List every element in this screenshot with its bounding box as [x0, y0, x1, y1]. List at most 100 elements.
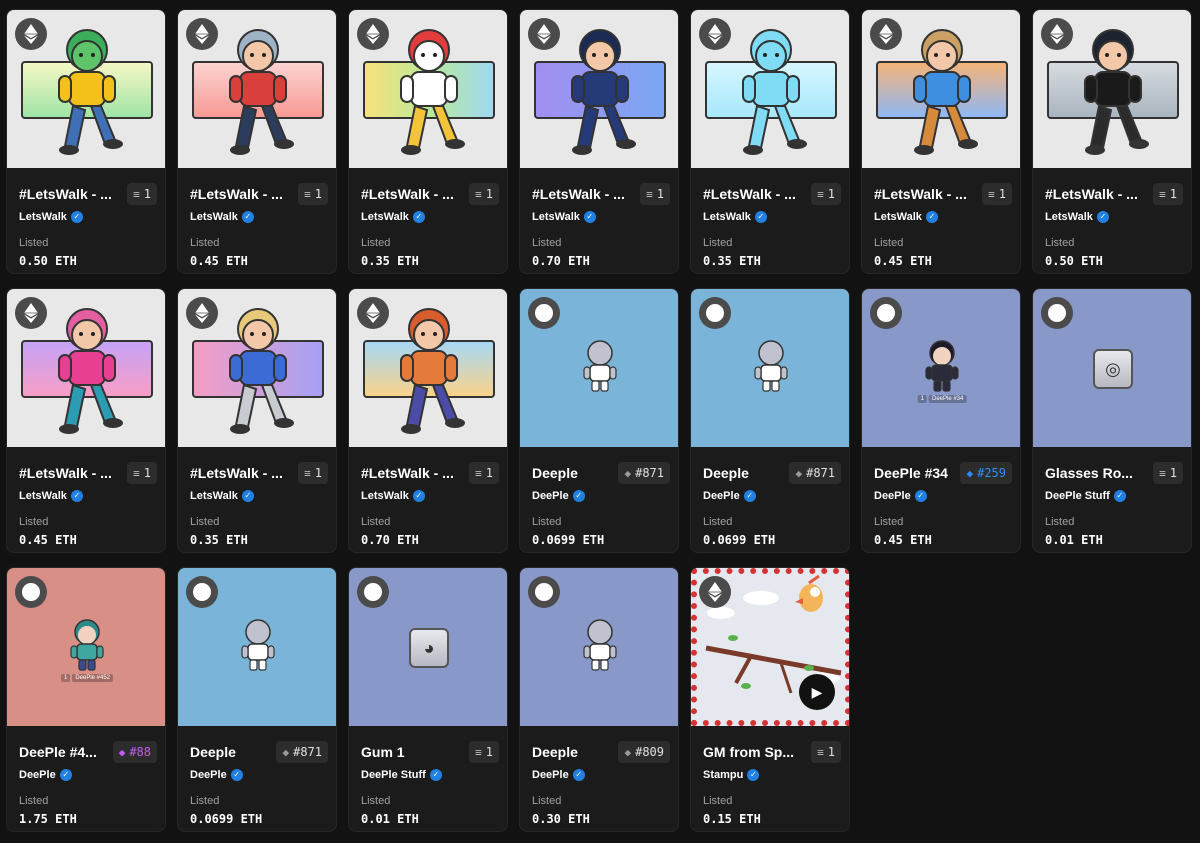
nft-card[interactable]: #LetsWalk - ... ≡ 1 LetsWalk ✓ Listed 0.5… — [1032, 9, 1192, 274]
nft-name[interactable]: #LetsWalk - ... — [703, 186, 796, 202]
nft-media[interactable] — [520, 10, 678, 168]
nft-card[interactable]: ▶ GM from Sp... ≡ 1 Stampu ✓ Listed 0.15 … — [690, 567, 850, 832]
nft-card[interactable]: ◎ Glasses Ro... ≡ 1 DeePle Stuff ✓ Listed… — [1032, 288, 1192, 553]
creator-row[interactable]: LetsWalk ✓ — [19, 490, 157, 502]
creator-name[interactable]: LetsWalk — [361, 211, 409, 223]
nft-media[interactable] — [520, 568, 678, 726]
badge-value: #871 — [635, 466, 664, 480]
creator-name[interactable]: DeePle — [19, 769, 56, 781]
nft-media[interactable] — [691, 289, 849, 447]
nft-media[interactable] — [349, 289, 507, 447]
nft-card[interactable]: #LetsWalk - ... ≡ 1 LetsWalk ✓ Listed 0.3… — [348, 9, 508, 274]
nft-card[interactable]: ◕ Gum 1 ≡ 1 DeePle Stuff ✓ Listed 0.01 ET… — [348, 567, 508, 832]
nft-card[interactable]: #LetsWalk - ... ≡ 1 LetsWalk ✓ Listed 0.3… — [177, 288, 337, 553]
creator-row[interactable]: DeePle ✓ — [532, 490, 670, 502]
creator-name[interactable]: LetsWalk — [532, 211, 580, 223]
creator-name[interactable]: DeePle — [532, 769, 569, 781]
nft-media[interactable] — [520, 289, 678, 447]
creator-row[interactable]: DeePle ✓ — [190, 769, 328, 781]
creator-name[interactable]: LetsWalk — [19, 490, 67, 502]
creator-row[interactable]: LetsWalk ✓ — [361, 211, 499, 223]
price-value: 0.0699 ETH — [532, 533, 605, 547]
nft-media[interactable] — [691, 10, 849, 168]
nft-media[interactable] — [178, 568, 336, 726]
nft-name[interactable]: #LetsWalk - ... — [532, 186, 625, 202]
nft-card[interactable]: Deeple ◆ #809 DeePle ✓ Listed 0.30 ETH — [519, 567, 679, 832]
nft-media[interactable]: ◕ — [349, 568, 507, 726]
nft-name[interactable]: #LetsWalk - ... — [190, 186, 283, 202]
nft-media[interactable] — [349, 10, 507, 168]
nft-card[interactable]: #LetsWalk - ... ≡ 1 LetsWalk ✓ Listed 0.4… — [861, 9, 1021, 274]
nft-name[interactable]: #LetsWalk - ... — [19, 465, 112, 481]
nft-media[interactable] — [7, 289, 165, 447]
creator-name[interactable]: DeePle — [190, 769, 227, 781]
nft-card[interactable]: #LetsWalk - ... ≡ 1 LetsWalk ✓ Listed 0.3… — [690, 9, 850, 274]
creator-name[interactable]: LetsWalk — [19, 211, 67, 223]
creator-row[interactable]: DeePle ✓ — [703, 490, 841, 502]
nft-media[interactable] — [7, 10, 165, 168]
nft-name[interactable]: #LetsWalk - ... — [1045, 186, 1138, 202]
nft-card[interactable]: #LetsWalk - ... ≡ 1 LetsWalk ✓ Listed 0.7… — [348, 288, 508, 553]
creator-name[interactable]: LetsWalk — [190, 490, 238, 502]
creator-row[interactable]: DeePle ✓ — [874, 490, 1012, 502]
nft-card[interactable]: Deeple ◆ #871 DeePle ✓ Listed 0.0699 ETH — [519, 288, 679, 553]
creator-name[interactable]: LetsWalk — [190, 211, 238, 223]
nft-name[interactable]: DeePle #34 — [874, 465, 948, 481]
nft-name[interactable]: #LetsWalk - ... — [190, 465, 283, 481]
nft-card[interactable]: #LetsWalk - ... ≡ 1 LetsWalk ✓ Listed 0.4… — [6, 288, 166, 553]
nft-media[interactable] — [178, 289, 336, 447]
nft-name[interactable]: #LetsWalk - ... — [361, 186, 454, 202]
nft-name[interactable]: DeePle #4... — [19, 744, 97, 760]
creator-name[interactable]: LetsWalk — [361, 490, 409, 502]
creator-row[interactable]: LetsWalk ✓ — [874, 211, 1012, 223]
creator-row[interactable]: LetsWalk ✓ — [703, 211, 841, 223]
play-icon[interactable]: ▶ — [799, 674, 835, 710]
nft-name[interactable]: Deeple — [190, 744, 236, 760]
nft-name[interactable]: Gum 1 — [361, 744, 405, 760]
creator-row[interactable]: DeePle ✓ — [532, 769, 670, 781]
nft-card[interactable]: Deeple ◆ #871 DeePle ✓ Listed 0.0699 ETH — [177, 567, 337, 832]
nft-name[interactable]: Deeple — [532, 465, 578, 481]
nft-card[interactable]: #LetsWalk - ... ≡ 1 LetsWalk ✓ Listed 0.7… — [519, 9, 679, 274]
creator-row[interactable]: LetsWalk ✓ — [190, 490, 328, 502]
creator-name[interactable]: DeePle — [874, 490, 911, 502]
creator-row[interactable]: Stampu ✓ — [703, 769, 841, 781]
creator-row[interactable]: DeePle Stuff ✓ — [1045, 490, 1183, 502]
creator-row[interactable]: LetsWalk ✓ — [532, 211, 670, 223]
nft-name[interactable]: #LetsWalk - ... — [19, 186, 112, 202]
nft-name[interactable]: GM from Sp... — [703, 744, 794, 760]
nft-card[interactable]: #LetsWalk - ... ≡ 1 LetsWalk ✓ Listed 0.5… — [6, 9, 166, 274]
verified-icon: ✓ — [70, 490, 83, 502]
verified-icon: ✓ — [747, 769, 760, 781]
creator-row[interactable]: LetsWalk ✓ — [361, 490, 499, 502]
creator-row[interactable]: DeePle ✓ — [19, 769, 157, 781]
nft-card[interactable]: Deeple ◆ #871 DeePle ✓ Listed 0.0699 ETH — [690, 288, 850, 553]
creator-name[interactable]: DeePle — [703, 490, 740, 502]
nft-media[interactable] — [178, 10, 336, 168]
nft-media[interactable]: 1 DeePle #34 — [862, 289, 1020, 447]
creator-name[interactable]: LetsWalk — [1045, 211, 1093, 223]
nft-media[interactable]: ◎ — [1033, 289, 1191, 447]
nft-card[interactable]: 1 DeePle #34 DeePle #34 ◆ #259 DeePle ✓ Li… — [861, 288, 1021, 553]
creator-name[interactable]: DeePle Stuff — [1045, 490, 1110, 502]
nft-name[interactable]: Deeple — [703, 465, 749, 481]
nft-name[interactable]: Deeple — [532, 744, 578, 760]
nft-media[interactable] — [1033, 10, 1191, 168]
creator-row[interactable]: LetsWalk ✓ — [1045, 211, 1183, 223]
nft-card[interactable]: #LetsWalk - ... ≡ 1 LetsWalk ✓ Listed 0.4… — [177, 9, 337, 274]
creator-name[interactable]: Stampu — [703, 769, 743, 781]
nft-media[interactable]: 1 DeePle #452 — [7, 568, 165, 726]
nft-media[interactable] — [862, 10, 1020, 168]
nft-card[interactable]: 1 DeePle #452 DeePle #4... ◆ #88 DeePle ✓ … — [6, 567, 166, 832]
creator-row[interactable]: LetsWalk ✓ — [190, 211, 328, 223]
creator-name[interactable]: LetsWalk — [703, 211, 751, 223]
creator-row[interactable]: LetsWalk ✓ — [19, 211, 157, 223]
nft-media[interactable]: ▶ — [691, 568, 849, 726]
nft-name[interactable]: #LetsWalk - ... — [874, 186, 967, 202]
creator-name[interactable]: DeePle — [532, 490, 569, 502]
creator-name[interactable]: DeePle Stuff — [361, 769, 426, 781]
nft-name[interactable]: #LetsWalk - ... — [361, 465, 454, 481]
creator-row[interactable]: DeePle Stuff ✓ — [361, 769, 499, 781]
nft-name[interactable]: Glasses Ro... — [1045, 465, 1133, 481]
creator-name[interactable]: LetsWalk — [874, 211, 922, 223]
